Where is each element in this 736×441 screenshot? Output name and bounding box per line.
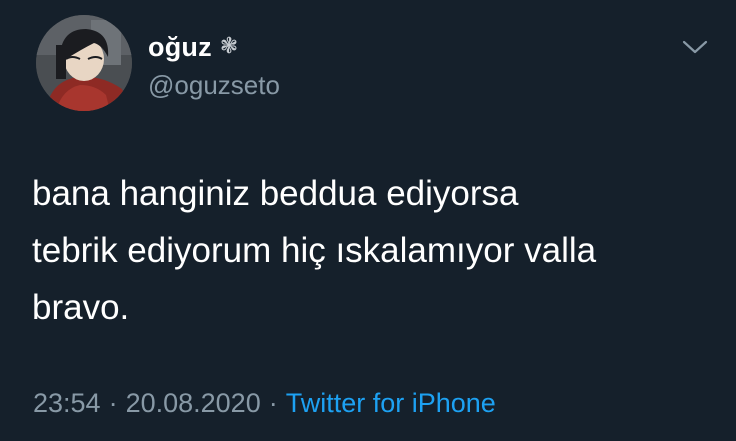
user-handle[interactable]: @oguzseto — [148, 70, 280, 101]
meta-separator: · — [268, 388, 278, 418]
tweet-line: bravo. — [32, 288, 130, 327]
tweet-meta: 23:54 · 20.08.2020 · Twitter for iPhone — [33, 388, 496, 419]
tweet-source-link[interactable]: Twitter for iPhone — [286, 388, 496, 419]
tweet-date[interactable]: 20.08.2020 — [126, 388, 261, 419]
flower-icon: ❃ — [219, 34, 239, 59]
chevron-down-icon — [682, 40, 708, 54]
author-name-row[interactable]: oğuz ❃ — [148, 30, 238, 64]
tweet-text: bana hanginiz beddua ediyorsa tebrik edi… — [32, 165, 722, 336]
tweet-card: oğuz ❃ @oguzseto bana hanginiz beddua ed… — [0, 0, 736, 441]
meta-separator: · — [108, 388, 118, 418]
avatar-illustration-icon — [36, 15, 132, 111]
more-options-button[interactable] — [680, 34, 710, 60]
display-name[interactable]: oğuz — [148, 32, 212, 63]
tweet-time[interactable]: 23:54 — [33, 388, 101, 419]
avatar[interactable] — [36, 15, 132, 111]
tweet-line: tebrik ediyorum hiç ıskalamıyor valla — [32, 231, 597, 270]
tweet-line: bana hanginiz beddua ediyorsa — [32, 174, 519, 213]
